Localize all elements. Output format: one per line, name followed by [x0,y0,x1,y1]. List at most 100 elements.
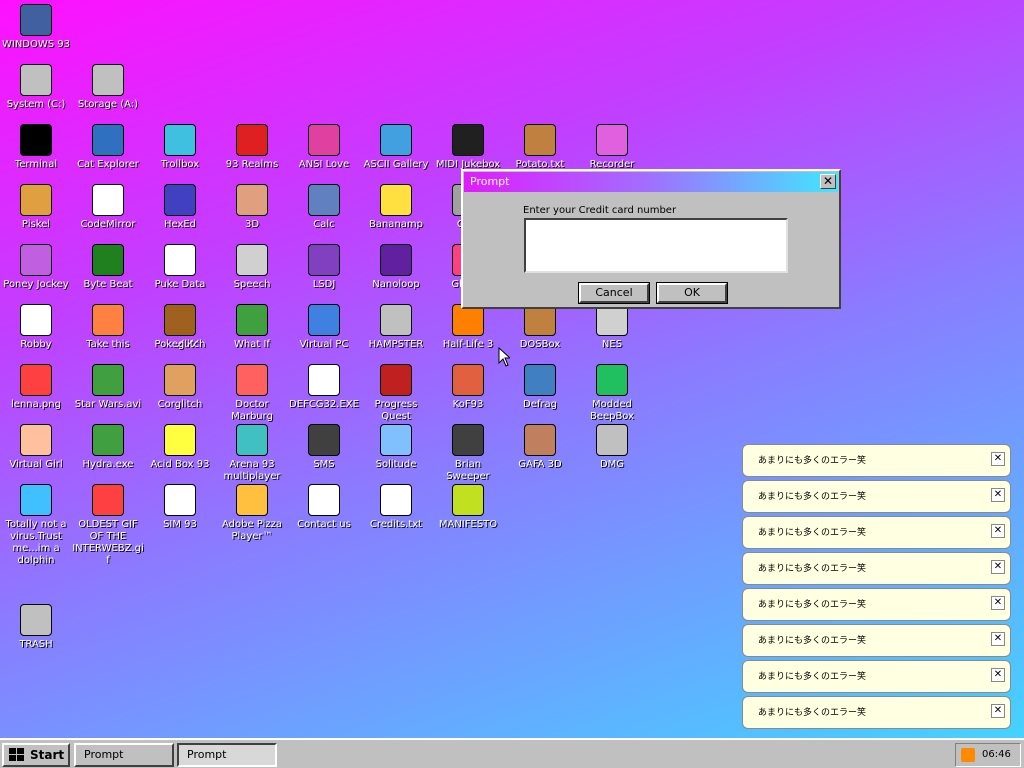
desktop-icon[interactable]: Progress Quest [360,364,432,423]
desktop-icon-label: DOSBox [519,339,561,350]
desktop-icon[interactable]: Star Wars.avi [72,364,144,411]
notification[interactable]: あまりにも多くのエラー笑 ✕ [742,552,1011,585]
desktop-icon-label: Speech [233,279,271,290]
desktop-icon[interactable]: CodeMirror [72,184,144,231]
desktop-icon[interactable]: DEFCG32.EXE [288,364,360,411]
notification[interactable]: あまりにも多くのエラー笑 ✕ [742,516,1011,549]
close-icon[interactable]: ✕ [991,452,1005,466]
notification[interactable]: あまりにも多くのエラー笑 ✕ [742,696,1011,729]
desktop-icon[interactable]: WINDOWS 93 [0,4,72,51]
desktop-icon[interactable]: Speech [216,244,288,291]
taskbar-item-prompt-2[interactable]: Prompt [177,743,277,767]
close-icon[interactable]: ✕ [991,524,1005,538]
rss-icon[interactable] [961,748,975,762]
desktop-icon[interactable]: Adobe Pizza Player™ [216,484,288,543]
desktop-icon[interactable]: DOSBox [504,304,576,351]
desktop-icon[interactable]: Contact us [288,484,360,531]
desktop-icon[interactable]: Totally not a virus.Trust me...im a dolp… [0,484,72,567]
desktop-icon[interactable]: SMS [288,424,360,471]
desktop-icon[interactable]: Storage (A:) [72,64,144,111]
desktop-icon-label: Cat Explorer [77,159,139,170]
desktop-icon[interactable]: LSDJ [288,244,360,291]
desktop-icon[interactable]: Nanoloop [360,244,432,291]
app-icon [164,364,196,396]
close-icon[interactable]: ✕ [991,488,1005,502]
close-icon[interactable]: ✕ [991,560,1005,574]
desktop-icon[interactable]: What If [216,304,288,351]
taskbar-item-prompt-1[interactable]: Prompt [74,743,174,767]
close-icon[interactable]: ✕ [991,632,1005,646]
app-icon [20,484,52,516]
cancel-button[interactable]: Cancel [578,282,650,304]
app-icon [164,124,196,156]
desktop-icon-label: Take this [86,339,130,350]
desktop-icon[interactable]: Solitude [360,424,432,471]
notification[interactable]: あまりにも多くのエラー笑 ✕ [742,660,1011,693]
desktop-icon[interactable]: DMG [576,424,648,471]
desktop-icon[interactable]: Take this [72,304,144,351]
desktop-icon[interactable]: Cat Explorer [72,124,144,171]
desktop-icon[interactable]: ANSI Love [288,124,360,171]
desktop-icon[interactable]: GAFA 3D [504,424,576,471]
desktop-icon[interactable]: Potato.txt [504,124,576,171]
desktop-icon[interactable]: Robby [0,304,72,351]
desktop-icon[interactable]: HAMPSTER [360,304,432,351]
desktop-icon[interactable]: Piskel [0,184,72,231]
desktop-icon[interactable]: Poney Jockey [0,244,72,291]
desktop-icon[interactable]: 93 Realms [216,124,288,171]
desktop-icon-label: CodeMirror [80,219,136,230]
desktop-icon[interactable]: Puke Data [144,244,216,291]
app-icon [308,304,340,336]
desktop-icon[interactable]: Pokeg̸lit̸c̸h [144,304,216,351]
desktop-icon[interactable]: Modded BeepBox [576,364,648,423]
desktop-icon[interactable]: Recorder [576,124,648,171]
desktop-icon[interactable]: Doctor Marburg [216,364,288,423]
desktop-icon[interactable]: System (C:) [0,64,72,111]
desktop-icon-label: Progress Quest [374,399,418,422]
desktop-icon[interactable]: SIM 93 [144,484,216,531]
close-icon[interactable]: ✕ [991,704,1005,718]
desktop-icon[interactable]: KoF93 [432,364,504,411]
desktop-icon[interactable]: Calc [288,184,360,231]
desktop-icon[interactable]: Credits.txt [360,484,432,531]
desktop-icon[interactable]: Acid Box 93 [144,424,216,471]
desktop-icon-label: Half-Life 3 [442,339,494,350]
notification[interactable]: あまりにも多くのエラー笑 ✕ [742,480,1011,513]
close-icon[interactable]: ✕ [991,596,1005,610]
desktop-icon[interactable]: ASCII Gallery [360,124,432,171]
desktop-icon[interactable]: MIDI Jukebox [432,124,504,171]
notification[interactable]: あまりにも多くのエラー笑 ✕ [742,588,1011,621]
desktop-icon[interactable]: TRASH [0,604,72,651]
desktop-icon[interactable]: Half-Life 3 [432,304,504,351]
desktop-icon[interactable]: Virtual PC [288,304,360,351]
notification[interactable]: あまりにも多くのエラー笑 ✕ [742,444,1011,477]
desktop-icon-label: Poney Jockey [3,279,69,290]
start-label: Start [30,748,65,762]
desktop-icon[interactable]: Brian Sweeper [432,424,504,483]
desktop-icon[interactable]: HexEd [144,184,216,231]
prompt-titlebar[interactable]: Prompt ✕ [464,172,838,192]
notification[interactable]: あまりにも多くのエラー笑 ✕ [742,624,1011,657]
desktop-icon[interactable]: Hydra.exe [72,424,144,471]
taskbar: Start Prompt Prompt 06:46 [0,738,1024,768]
desktop-icon[interactable]: NES [576,304,648,351]
desktop-icon[interactable]: OLDEST GIF OF THE INTERWEBZ.gif [72,484,144,567]
desktop-icon[interactable]: Byte Beat [72,244,144,291]
start-button[interactable]: Start [2,743,70,767]
desktop-icon[interactable]: Arena 93 multiplayer [216,424,288,483]
desktop-icon[interactable]: Terminal [0,124,72,171]
desktop-icon-label: Byte Beat [83,279,133,290]
credit-card-input[interactable] [524,218,788,273]
desktop-icon[interactable]: Defrag [504,364,576,411]
app-icon [524,124,556,156]
desktop-icon[interactable]: 3D [216,184,288,231]
desktop-icon[interactable]: Trollbox [144,124,216,171]
desktop-icon[interactable]: Corglitch [144,364,216,411]
desktop-icon[interactable]: lenna.png [0,364,72,411]
desktop-icon[interactable]: Bananamp [360,184,432,231]
desktop-icon[interactable]: MANIFESTO [432,484,504,531]
close-icon[interactable]: ✕ [991,668,1005,682]
desktop-icon[interactable]: Virtual Girl [0,424,72,471]
close-button[interactable]: ✕ [820,174,836,189]
ok-button[interactable]: OK [656,282,728,304]
